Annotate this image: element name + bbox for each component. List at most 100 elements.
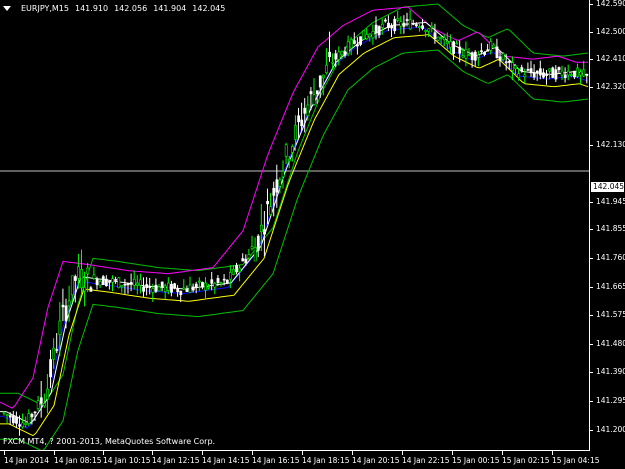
y-tick-label: 142.320 <box>596 81 625 91</box>
x-tick-mark <box>502 451 503 455</box>
candle-body <box>30 413 34 418</box>
candle-body <box>356 44 359 47</box>
candle-body <box>470 52 474 61</box>
candle-body <box>129 282 133 285</box>
candle-body <box>489 41 493 51</box>
candle-body <box>334 53 338 60</box>
candle-body <box>371 31 375 39</box>
candle-body <box>256 235 260 251</box>
x-tick-mark <box>152 451 153 455</box>
candle-body <box>46 388 49 400</box>
candle-body <box>253 247 257 262</box>
x-tick-label: 14 Jan 16:15 <box>252 456 300 465</box>
y-tick-label: 141.295 <box>596 395 625 405</box>
candle-body <box>504 61 508 64</box>
candle-body <box>498 56 502 61</box>
y-tick-mark <box>589 86 593 88</box>
candle-body <box>95 279 99 286</box>
candle-body <box>393 18 397 32</box>
candle-body <box>263 229 266 235</box>
candle-body <box>132 278 136 286</box>
candle-body <box>368 33 372 38</box>
candle-body <box>70 275 74 296</box>
candle-body <box>436 36 440 41</box>
candle-body <box>582 69 586 77</box>
y-tick-label: 142.130 <box>596 139 625 149</box>
candle-body <box>445 41 449 44</box>
candle-body <box>241 258 245 262</box>
candle-body <box>532 72 536 78</box>
x-tick-mark <box>352 451 353 455</box>
candle-body <box>126 283 130 286</box>
x-tick-label: 14 Jan 20:15 <box>352 456 400 465</box>
y-tick-mark <box>589 229 593 231</box>
candle-body <box>210 279 214 284</box>
candle-body <box>523 74 527 78</box>
x-tick-mark <box>302 451 303 455</box>
candle-body <box>383 19 387 22</box>
candle-body <box>464 49 468 59</box>
candle-body <box>74 276 77 281</box>
candle-body <box>86 267 90 275</box>
chart-window[interactable]: EURJPY,M15 141.910 142.056 141.904 142.0… <box>0 0 590 451</box>
candle-body <box>411 23 415 25</box>
y-tick-label: 141.665 <box>596 282 625 292</box>
candle-body <box>399 21 403 27</box>
candle-body <box>418 26 421 28</box>
candle-body <box>49 359 53 378</box>
candle-body <box>179 290 183 296</box>
symbol-label: EURJPY,M15 <box>21 4 69 13</box>
candle-body <box>259 224 263 233</box>
y-tick-mark <box>589 287 593 289</box>
candle-body <box>157 286 161 292</box>
candle-body <box>551 67 555 78</box>
candle-body <box>346 41 350 54</box>
candle-body <box>92 274 96 279</box>
candle-body <box>52 347 56 360</box>
candle-body <box>439 37 443 40</box>
candle-body <box>117 277 121 289</box>
candle-body <box>337 51 341 60</box>
candle-body <box>77 266 80 279</box>
candle-body <box>272 187 276 196</box>
candle-body <box>396 18 400 21</box>
y-tick-label: 141.200 <box>596 425 625 434</box>
candle-body <box>529 68 533 74</box>
candle-body <box>290 146 294 153</box>
y-tick-mark <box>589 371 593 373</box>
price-plot[interactable] <box>0 0 589 450</box>
candle-body <box>18 424 22 427</box>
candle-body <box>123 283 127 286</box>
candle-body <box>402 22 406 27</box>
candle-body <box>98 281 102 286</box>
candle-body <box>64 305 68 321</box>
y-tick-label: 141.390 <box>596 366 625 376</box>
dropdown-triangle-icon[interactable] <box>3 6 11 11</box>
candle-body <box>343 51 347 56</box>
candle-body <box>414 24 418 27</box>
candle-body <box>250 246 254 249</box>
candle-body <box>235 264 239 273</box>
candle-body <box>387 22 390 29</box>
candle-body <box>198 280 201 283</box>
candle-body <box>328 51 332 58</box>
candle-body <box>160 281 164 288</box>
candle-body <box>359 36 363 45</box>
candle-body <box>269 206 273 215</box>
candle-body <box>297 115 301 123</box>
candle-body <box>21 422 25 428</box>
candle-body <box>170 283 173 293</box>
candle-body <box>173 283 177 288</box>
x-tick-label: 14 Jan 10:15 <box>103 456 151 465</box>
y-tick-mark <box>589 4 593 5</box>
y-tick-mark <box>589 31 593 33</box>
x-tick-label: 15 Jan 02:15 <box>502 456 550 465</box>
candle-body <box>321 74 325 79</box>
candle-body <box>145 284 149 289</box>
low-value: 141.904 <box>153 4 187 13</box>
current-price-label: 142.045 <box>591 182 625 192</box>
candle-body <box>27 413 31 424</box>
x-tick-mark <box>402 451 403 455</box>
y-tick-mark <box>589 344 593 346</box>
candle-body <box>331 61 335 64</box>
